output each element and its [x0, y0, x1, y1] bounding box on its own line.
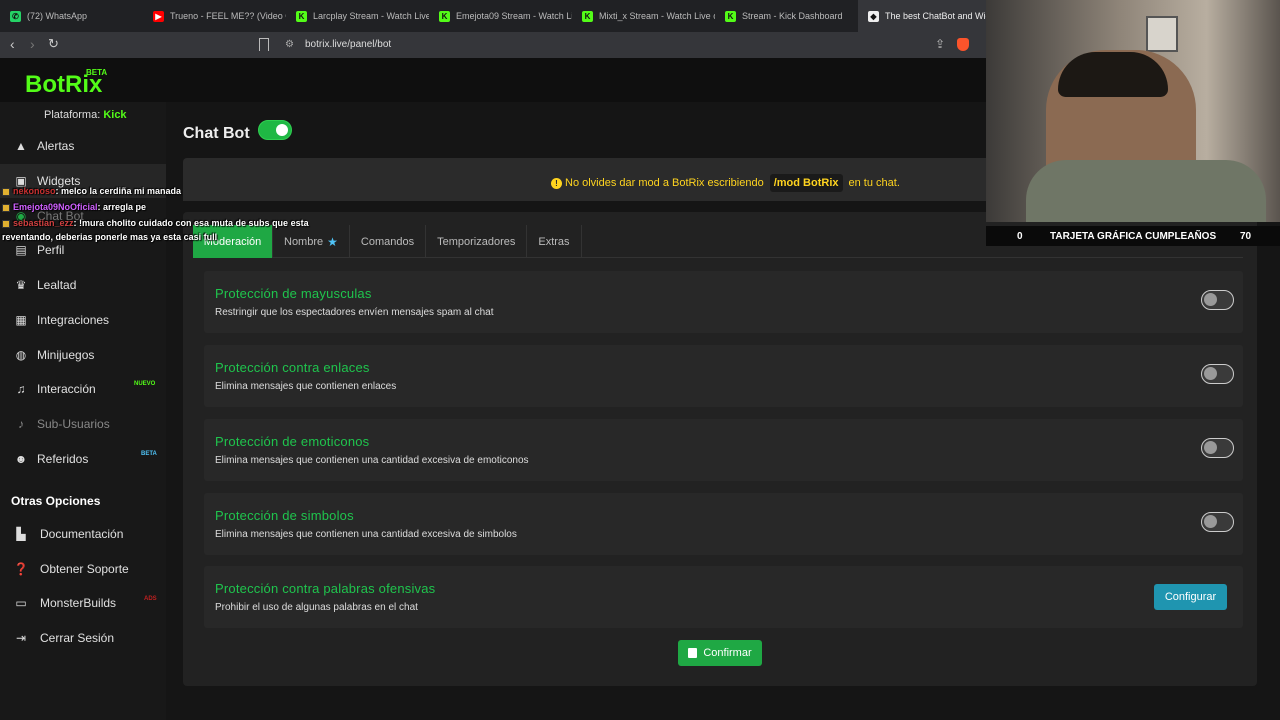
sidebar-item-subusuarios[interactable]: ♪ Sub-Usuarios: [0, 407, 166, 441]
mod-notice-text: ! No olvides dar mod a BotRix escribiend…: [551, 174, 900, 192]
back-icon[interactable]: ‹: [10, 36, 15, 52]
browser-tab[interactable]: K Stream - Kick Dashboard: [715, 0, 858, 32]
forward-icon[interactable]: ›: [30, 36, 35, 52]
setting-card: Protección contra enlaces Elimina mensaj…: [204, 345, 1243, 407]
tab-extras[interactable]: Extras: [527, 225, 582, 258]
chat-message: sebastian_ezz: !mura cholito cuidado con…: [2, 218, 309, 228]
setting-card: Protección de simbolos Elimina mensajes …: [204, 493, 1243, 555]
wall-poster: [1146, 16, 1178, 52]
sidebar-item-monsterbuilds[interactable]: ▭ MonsterBuilds: [0, 586, 166, 620]
browser-tab[interactable]: ▶Trueno - FEEL ME?? (Video Ofic: [143, 0, 286, 32]
beta-tag: BETA: [86, 68, 108, 77]
sidebar-item-cerrar-sesion[interactable]: ⇥ Cerrar Sesión: [0, 621, 166, 655]
exclamation-icon: !: [551, 177, 562, 189]
setting-title: Protección de simbolos: [215, 508, 354, 523]
goal-target: 70: [1240, 230, 1252, 242]
brave-shield-icon[interactable]: [957, 38, 969, 51]
setting-title: Protección de mayusculas: [215, 286, 372, 301]
kick-icon: K: [582, 10, 593, 22]
setting-description: Elimina mensajes que contienen enlaces: [215, 381, 397, 392]
beta-badge: BETA: [141, 451, 157, 457]
browser-tab[interactable]: K Larcplay Stream - Watch Live o: [286, 0, 429, 32]
sidebar-item-alertas[interactable]: ▲ Alertas: [0, 129, 166, 163]
sidebar-item-minijuegos[interactable]: ◍ Minijuegos: [0, 338, 166, 372]
referrals-icon: ☻: [14, 452, 28, 466]
logout-icon: ⇥: [15, 631, 27, 645]
setting-description: Elimina mensajes que contienen una canti…: [215, 529, 517, 540]
browser-tab-active[interactable]: ◆The best ChatBot and Wid✕: [858, 0, 1001, 32]
save-icon: [688, 648, 698, 658]
setting-toggle[interactable]: [1201, 438, 1234, 458]
monitor-icon: ▭: [15, 596, 27, 610]
sidebar-item-lealtad[interactable]: ♛ Lealtad: [0, 268, 166, 302]
kick-icon: K: [296, 10, 307, 22]
tab-comandos[interactable]: Comandos: [350, 225, 427, 258]
confirm-button[interactable]: Confirmar: [678, 640, 762, 666]
url-field[interactable]: botrix.live/panel/bot: [305, 39, 391, 50]
webcam-overlay: [986, 0, 1280, 222]
book-icon: ▙: [16, 527, 26, 541]
platform-label: Plataforma: Kick: [44, 109, 127, 121]
site-info-icon[interactable]: ⚙: [285, 39, 294, 50]
music-icon: ♫: [16, 382, 26, 396]
youtube-icon: ▶: [153, 10, 164, 22]
sidebar-item-soporte[interactable]: ❓ Obtener Soporte: [0, 552, 166, 586]
star-icon: ★: [327, 234, 338, 249]
browser-tab[interactable]: K Mixti_x Stream - Watch Live on: [572, 0, 715, 32]
reload-icon[interactable]: ↻: [48, 36, 59, 52]
share-icon[interactable]: ⇪: [935, 37, 945, 51]
chat-message: reventando, deberias ponerle mas ya esta…: [2, 232, 218, 242]
mod-command: /mod BotRix: [769, 174, 843, 192]
sidebar-item-integraciones[interactable]: ▦ Integraciones: [0, 303, 166, 337]
setting-description: Prohibir el uso de algunas palabras en e…: [215, 602, 418, 613]
browser-tab[interactable]: K Emejota09 Stream - Watch Live: [429, 0, 572, 32]
browser-tab[interactable]: ✆ (72) WhatsApp: [0, 0, 143, 32]
platform-value: Kick: [103, 109, 127, 121]
setting-card: Protección de mayusculas Restringir que …: [204, 271, 1243, 333]
sidebar-item-referidos[interactable]: ☻ Referidos: [0, 442, 166, 476]
chat-message: Emejota09NoOficial: arregla pe: [2, 202, 146, 212]
new-badge: NUEVO: [134, 381, 156, 387]
setting-toggle[interactable]: [1201, 290, 1234, 310]
tab-nombre[interactable]: Nombre ★: [273, 225, 350, 258]
sidebar-item-documentacion[interactable]: ▙ Documentación: [0, 517, 166, 551]
goal-current: 0: [1017, 230, 1023, 242]
goal-bar: 0 TARJETA GRÁFICA CUMPLEAÑOS 70: [986, 226, 1280, 246]
setting-toggle[interactable]: [1201, 364, 1234, 384]
bookmark-icon[interactable]: [259, 38, 269, 51]
botrix-icon: ◆: [868, 10, 879, 22]
chat-message: nekonoso: melco la cerdiña mi manada: [2, 186, 181, 196]
sub-badge-icon: [2, 203, 10, 212]
configure-button[interactable]: Configurar: [1154, 584, 1227, 610]
ads-badge: ADS: [144, 596, 157, 602]
trophy-icon: ♛: [15, 278, 27, 292]
chatbot-enable-toggle[interactable]: [258, 120, 292, 140]
setting-card: Protección contra palabras ofensivas Pro…: [204, 566, 1243, 628]
subusers-icon: ♪: [18, 417, 24, 431]
kick-icon: K: [439, 10, 450, 22]
profile-icon: ▤: [15, 243, 27, 257]
sidebar-item-interaccion[interactable]: ♫ Interacción: [0, 372, 166, 406]
setting-title: Protección contra enlaces: [215, 360, 370, 375]
setting-description: Restringir que los espectadores envíen m…: [215, 307, 494, 318]
setting-title: Protección contra palabras ofensivas: [215, 581, 436, 596]
setting-description: Elimina mensajes que contienen una canti…: [215, 455, 529, 466]
gamepad-icon: ◍: [15, 348, 27, 362]
sub-badge-icon: [2, 219, 10, 228]
warning-icon: ▲: [15, 139, 27, 153]
page-title: Chat Bot: [183, 125, 250, 142]
goal-title: TARJETA GRÁFICA CUMPLEAÑOS: [1050, 230, 1217, 242]
kick-icon: K: [725, 10, 736, 22]
setting-title: Protección de emoticonos: [215, 434, 370, 449]
integrations-icon: ▦: [15, 313, 27, 327]
whatsapp-icon: ✆: [10, 10, 21, 22]
other-options-heading: Otras Opciones: [11, 494, 101, 508]
setting-toggle[interactable]: [1201, 512, 1234, 532]
setting-card: Protección de emoticonos Elimina mensaje…: [204, 419, 1243, 481]
sub-badge-icon: [2, 187, 10, 196]
help-icon: ❓: [13, 562, 29, 576]
tab-temporizadores[interactable]: Temporizadores: [426, 225, 528, 258]
